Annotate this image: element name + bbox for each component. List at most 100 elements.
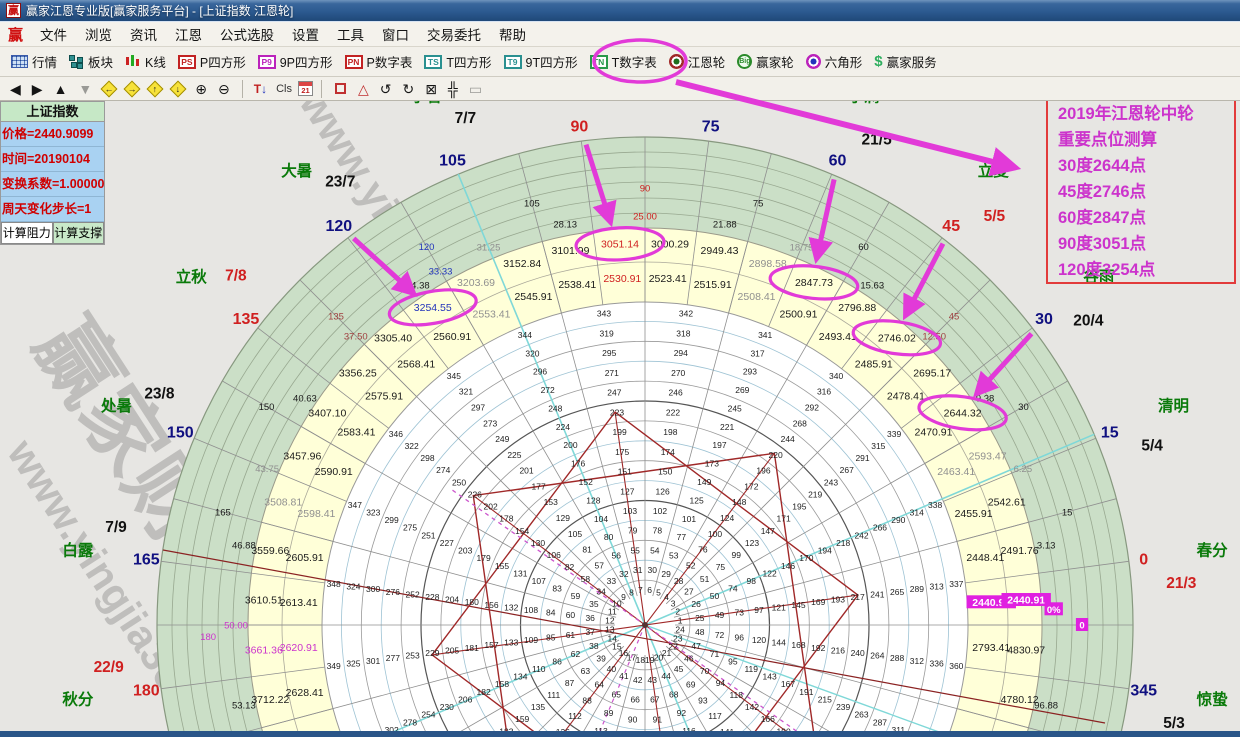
svg-text:62: 62 <box>571 649 581 659</box>
svg-text:118: 118 <box>729 690 743 700</box>
nav-nav-back-button[interactable]: ◀ <box>6 79 25 99</box>
ring-value: 2605.91 <box>286 552 324 564</box>
nav-zoom-out-button[interactable]: ⊖ <box>214 79 234 99</box>
nav-step-left-button[interactable]: ← <box>101 80 118 97</box>
svg-text:180: 180 <box>465 597 479 607</box>
toolbar-button-winner-wheel[interactable]: Big赢家轮 <box>731 49 800 74</box>
svg-text:79: 79 <box>628 526 638 536</box>
menu-item-help[interactable]: 帮助 <box>490 25 535 46</box>
svg-text:73: 73 <box>735 608 745 618</box>
toolbar-button-p-table[interactable]: PNP数字表 <box>339 49 419 74</box>
svg-text:348: 348 <box>327 579 341 589</box>
svg-text:28: 28 <box>674 576 684 586</box>
svg-text:241: 241 <box>870 589 884 599</box>
svg-text:134: 134 <box>513 672 527 682</box>
svg-text:182: 182 <box>477 687 491 697</box>
nav-delete-box-button[interactable]: ⊠ <box>421 79 441 99</box>
annotation-note-box: 2019年江恩轮中轮重要点位测算30度2644点45度2746点60度2847点… <box>1046 101 1236 284</box>
ring-value: 2598.41 <box>297 508 335 520</box>
menu-item-window[interactable]: 窗口 <box>373 25 418 46</box>
nav-draw-triangle-button[interactable]: △ <box>354 79 373 99</box>
toolbar-button-9p-square[interactable]: P99P四方形 <box>252 49 339 74</box>
svg-text:74: 74 <box>728 584 738 594</box>
solar-term-label: 春分 <box>1196 540 1229 559</box>
svg-text:34: 34 <box>596 586 606 596</box>
calc-resistance-button[interactable]: 计算阻力 <box>1 222 53 244</box>
nav-rotate-cw-button[interactable]: ↻ <box>399 79 419 99</box>
menu-item-stock-picker[interactable]: 公式选股 <box>211 25 283 46</box>
menu-item-settings[interactable]: 设置 <box>283 25 328 46</box>
svg-text:123: 123 <box>745 538 759 548</box>
nav-step-up-button[interactable]: ↑ <box>147 80 164 97</box>
nav-cls-button-button[interactable]: Cls <box>273 83 295 95</box>
svg-text:49: 49 <box>715 610 725 620</box>
svg-text:315: 315 <box>871 441 885 451</box>
svg-text:135: 135 <box>531 702 545 712</box>
nav-t-down-button[interactable]: T↓ <box>251 82 270 96</box>
svg-text:324: 324 <box>346 582 360 592</box>
svg-text:32: 32 <box>619 569 629 579</box>
svg-text:291: 291 <box>855 453 869 463</box>
svg-text:246: 246 <box>669 388 683 398</box>
nav-nav-forward-button[interactable]: ▶ <box>28 79 47 99</box>
nav-nav-down-button[interactable]: ▼ <box>74 79 96 99</box>
calc-support-button[interactable]: 计算支撑 <box>53 222 105 244</box>
svg-text:313: 313 <box>929 582 943 592</box>
nav-draw-square-button[interactable] <box>335 83 346 94</box>
annotation-line-3: 45度2746点 <box>1058 179 1228 205</box>
info-row-0: 价格=2440.9099 <box>1 122 104 147</box>
nav-zoom-in-button[interactable]: ⊕ <box>191 79 211 99</box>
svg-text:78: 78 <box>653 526 663 536</box>
menu-item-file[interactable]: 文件 <box>31 25 76 46</box>
ring-value: 2470.91 <box>915 427 953 439</box>
svg-text:320: 320 <box>525 348 539 358</box>
svg-text:206: 206 <box>458 694 472 704</box>
nav-step-right-button[interactable]: → <box>124 80 141 97</box>
solar-term-label: 处暑 <box>100 396 132 415</box>
instrument-info-panel: 上证指数 价格=2440.9099时间=20190104变换系数=1.00000… <box>0 101 105 245</box>
nav-step-down-button[interactable]: ↓ <box>170 80 187 97</box>
svg-text:42: 42 <box>633 675 643 685</box>
outer-date-label: 5/4 <box>1141 437 1163 454</box>
svg-text:341: 341 <box>758 330 772 340</box>
ring-value: 43.75 <box>255 464 279 475</box>
toolbar-button-winner-service[interactable]: $赢家服务 <box>868 49 942 74</box>
menu-item-browse[interactable]: 浏览 <box>76 25 121 46</box>
toolbar-button-p-square[interactable]: PSP四方形 <box>172 49 252 74</box>
toolbar-label-gann-wheel: 江恩轮 <box>688 52 726 71</box>
ring-value: 3610.51 <box>245 595 283 607</box>
svg-text:103: 103 <box>623 506 637 516</box>
toolbar-button-kline[interactable]: K线 <box>119 49 172 74</box>
toolbar-button-sectors[interactable]: 板块 <box>63 49 119 74</box>
ring-value: 45 <box>949 311 960 322</box>
svg-text:90: 90 <box>628 714 638 724</box>
toolbar-button-gann-wheel[interactable]: 江恩轮 <box>663 49 732 74</box>
nav-calendar-button[interactable]: 21 <box>298 81 313 96</box>
svg-text:194: 194 <box>818 546 832 556</box>
svg-text:127: 127 <box>620 486 634 496</box>
toolbar-button-9t-square[interactable]: T99T四方形 <box>498 49 584 74</box>
nav-scatter-button[interactable]: ╬ <box>444 79 462 99</box>
nav-rotate-ccw-button[interactable]: ↺ <box>376 79 396 99</box>
svg-text:102: 102 <box>653 506 667 516</box>
outer-degree-label: 75 <box>702 118 720 135</box>
svg-text:27: 27 <box>684 586 694 596</box>
nav-presentation-button[interactable]: ▭ <box>465 79 486 99</box>
toolbar-button-quotes[interactable]: 行情 <box>5 49 63 74</box>
svg-text:54: 54 <box>650 545 660 555</box>
nav-nav-up-button[interactable]: ▲ <box>50 79 72 99</box>
ring-value: 2644.32 <box>944 407 982 419</box>
toolbar-button-t-square[interactable]: TST四方形 <box>418 49 497 74</box>
toolbar-button-t-table[interactable]: TNT数字表 <box>584 49 663 74</box>
toolbar-button-hexagon[interactable]: 六角形 <box>800 49 869 74</box>
svg-text:145: 145 <box>791 600 805 610</box>
outer-degree-label: 150 <box>167 425 194 442</box>
toolbar-label-winner-service: 赢家服务 <box>887 52 937 71</box>
menu-item-tools[interactable]: 工具 <box>328 25 373 46</box>
menu-item-trading[interactable]: 交易委托 <box>418 25 490 46</box>
menu-item-gann[interactable]: 江恩 <box>166 25 211 46</box>
ring-value: 31.25 <box>477 243 501 254</box>
ring-value: 2448.41 <box>966 552 1004 564</box>
menu-item-news[interactable]: 资讯 <box>121 25 166 46</box>
svg-text:57: 57 <box>594 560 604 570</box>
